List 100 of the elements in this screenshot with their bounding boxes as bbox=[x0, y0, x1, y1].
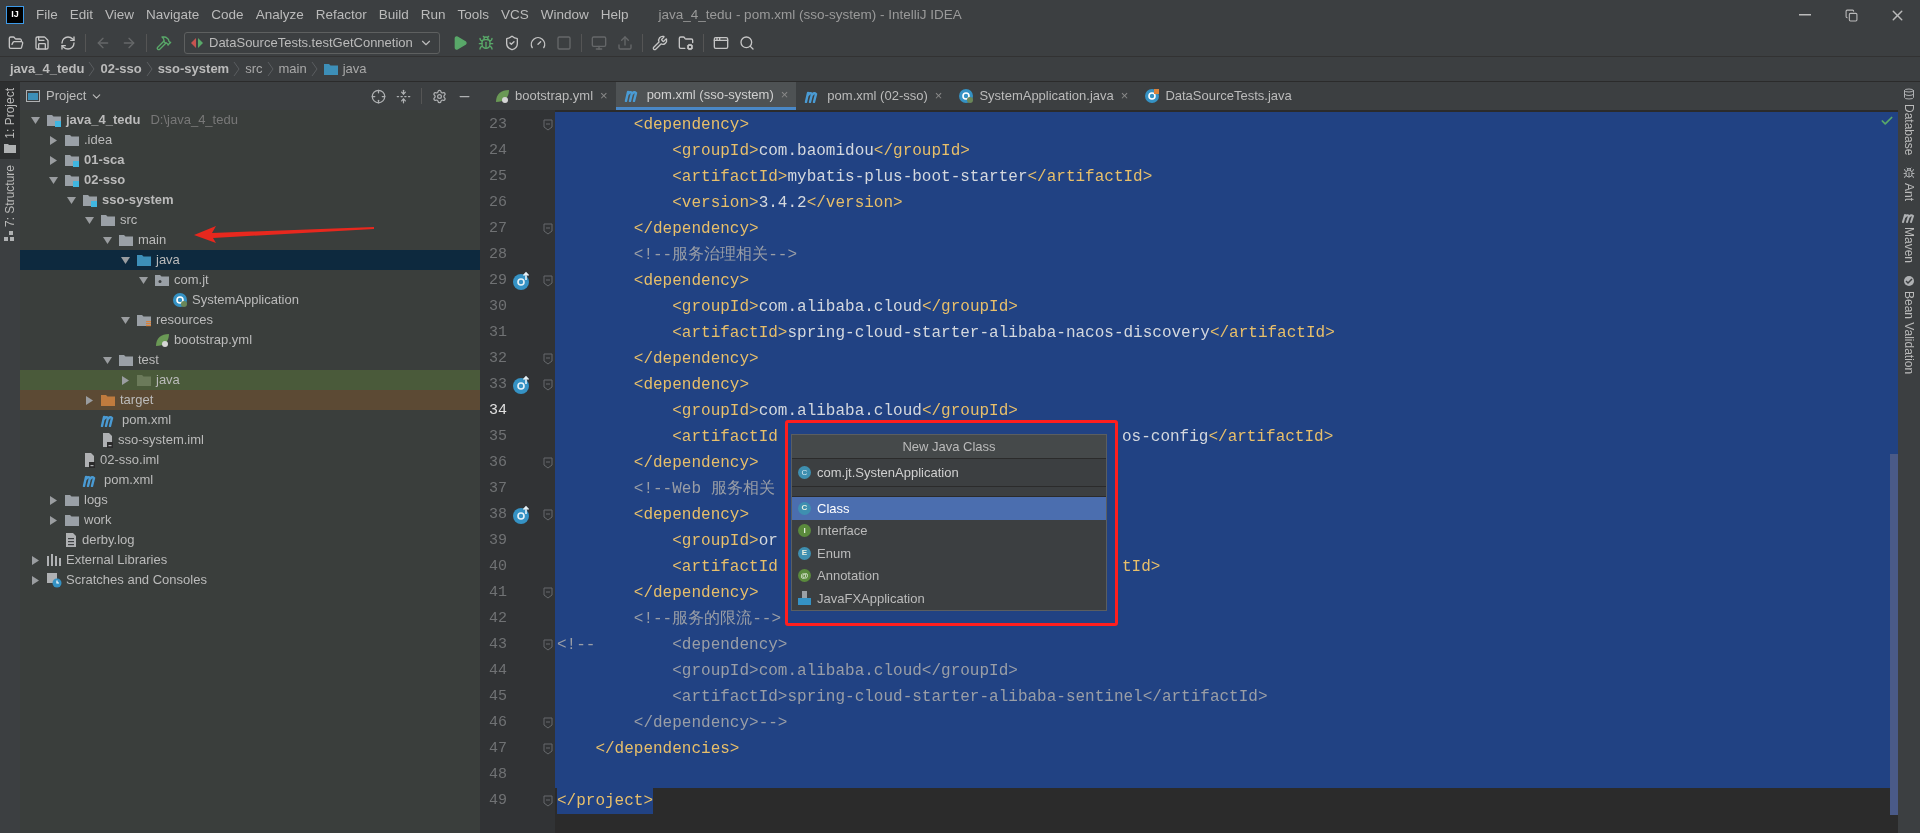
menu-item[interactable]: Run bbox=[414, 4, 452, 26]
breadcrumb-item[interactable]: 02-sso bbox=[100, 59, 142, 79]
fold-marker-icon[interactable] bbox=[543, 119, 553, 131]
editor-tab[interactable]: bootstrap.yml × bbox=[486, 82, 616, 110]
tree-item[interactable]: work bbox=[20, 510, 480, 530]
settings-icon[interactable] bbox=[432, 88, 447, 104]
fold-marker-icon[interactable] bbox=[543, 353, 553, 365]
fold-marker-icon[interactable] bbox=[543, 795, 553, 807]
scrollbar-thumb[interactable] bbox=[1890, 454, 1898, 815]
expanded-arrow-icon[interactable] bbox=[102, 355, 112, 365]
fold-marker-icon[interactable] bbox=[543, 717, 553, 729]
tab-close-button[interactable]: × bbox=[600, 86, 608, 106]
fold-marker-icon[interactable] bbox=[543, 587, 553, 599]
collapsed-arrow-icon[interactable] bbox=[84, 395, 94, 405]
menu-item[interactable]: Analyze bbox=[249, 4, 310, 26]
expanded-arrow-icon[interactable] bbox=[102, 235, 112, 245]
fold-marker-icon[interactable] bbox=[543, 457, 553, 469]
popup-menu-item[interactable]: JavaFXApplication bbox=[792, 587, 1106, 610]
menu-item[interactable]: Code bbox=[205, 4, 250, 26]
tree-item[interactable]: java_4_tedu D:\java_4_tedu bbox=[20, 110, 480, 130]
fold-marker-icon[interactable] bbox=[543, 639, 553, 651]
tab-close-button[interactable]: × bbox=[934, 86, 943, 106]
collapsed-arrow-icon[interactable] bbox=[48, 155, 58, 165]
collapsed-arrow-icon[interactable] bbox=[30, 575, 40, 585]
override-marker-icon[interactable] bbox=[512, 505, 532, 525]
collapsed-arrow-icon[interactable] bbox=[48, 495, 58, 505]
editor-tab[interactable]: DataSourceTests.java bbox=[1136, 82, 1300, 110]
collapsed-arrow-icon[interactable] bbox=[30, 555, 40, 565]
tool-window-tab[interactable]: 1: Project bbox=[0, 82, 20, 159]
tool-window-tab[interactable]: Database bbox=[1900, 88, 1918, 156]
breadcrumb-item[interactable]: java bbox=[342, 59, 367, 79]
tool-window-tab[interactable]: Bean Validation bbox=[1900, 275, 1918, 375]
popup-menu-item[interactable]: I Interface bbox=[792, 519, 1106, 542]
tree-item[interactable]: main bbox=[20, 230, 480, 250]
menu-item[interactable]: VCS bbox=[495, 4, 535, 26]
tree-item[interactable]: java bbox=[20, 250, 480, 270]
collapsed-arrow-icon[interactable] bbox=[48, 135, 58, 145]
menu-item[interactable]: Help bbox=[594, 4, 635, 26]
tool-window-tab[interactable]: Maven bbox=[1900, 213, 1918, 264]
breadcrumb-item[interactable]: src bbox=[245, 59, 263, 79]
menu-item[interactable]: Build bbox=[372, 4, 415, 26]
tool-window-tab[interactable]: 7: Structure bbox=[0, 158, 20, 247]
menu-item[interactable]: Edit bbox=[63, 4, 100, 26]
tree-item[interactable]: bootstrap.yml bbox=[20, 330, 480, 350]
tree-item[interactable]: test bbox=[20, 350, 480, 370]
fold-marker-icon[interactable] bbox=[543, 275, 553, 287]
tree-item[interactable]: 01-sca bbox=[20, 150, 480, 170]
panel-title-dropdown[interactable]: Project bbox=[46, 86, 104, 106]
tree-item[interactable]: External Libraries bbox=[20, 550, 480, 570]
override-marker-icon[interactable] bbox=[512, 375, 532, 395]
collapse-icon[interactable] bbox=[396, 88, 411, 104]
override-marker-icon[interactable] bbox=[512, 271, 532, 291]
fold-marker-icon[interactable] bbox=[543, 743, 553, 755]
editor-tab[interactable]: pom.xml (sso-system) × bbox=[615, 82, 797, 110]
fold-marker-icon[interactable] bbox=[543, 223, 553, 235]
tree-item[interactable]: sso-system bbox=[20, 190, 480, 210]
collapsed-arrow-icon[interactable] bbox=[48, 515, 58, 525]
run-config-dropdown[interactable]: DataSourceTests.testGetConnetion bbox=[184, 32, 440, 54]
expanded-arrow-icon[interactable] bbox=[30, 115, 40, 125]
tree-item[interactable]: com.jt bbox=[20, 270, 480, 290]
tree-item[interactable]: .idea bbox=[20, 130, 480, 150]
expanded-arrow-icon[interactable] bbox=[120, 255, 130, 265]
tree-item[interactable]: SystemApplication bbox=[20, 290, 480, 310]
breadcrumb-item[interactable]: main bbox=[278, 59, 307, 79]
fold-marker-icon[interactable] bbox=[543, 509, 553, 521]
editor-tab[interactable]: SystemApplication.java × bbox=[950, 82, 1137, 110]
expanded-arrow-icon[interactable] bbox=[66, 195, 76, 205]
tree-item[interactable]: 02-sso bbox=[20, 170, 480, 190]
tree-item[interactable]: pom.xml bbox=[20, 410, 480, 430]
expanded-arrow-icon[interactable] bbox=[138, 275, 148, 285]
locate-icon[interactable] bbox=[371, 88, 386, 104]
tree-item[interactable]: target bbox=[20, 390, 480, 410]
popup-menu-item[interactable]: E Enum bbox=[792, 542, 1106, 565]
expanded-arrow-icon[interactable] bbox=[84, 215, 94, 225]
menu-item[interactable]: View bbox=[99, 4, 141, 26]
expanded-arrow-icon[interactable] bbox=[120, 315, 130, 325]
tree-item[interactable]: pom.xml bbox=[20, 470, 480, 490]
expanded-arrow-icon[interactable] bbox=[48, 175, 58, 185]
editor-tab[interactable]: pom.xml (02-sso) × bbox=[796, 82, 951, 110]
tree-item[interactable]: 02-sso.iml bbox=[20, 450, 480, 470]
menu-item[interactable]: Tools bbox=[451, 4, 495, 26]
breadcrumb-item[interactable]: java_4_tedu bbox=[10, 59, 85, 79]
tree-item[interactable]: derby.log bbox=[20, 530, 480, 550]
tree-item[interactable]: java bbox=[20, 370, 480, 390]
menu-item[interactable]: Navigate bbox=[140, 4, 206, 26]
tree-item[interactable]: src bbox=[20, 210, 480, 230]
tree-item[interactable]: logs bbox=[20, 490, 480, 510]
collapsed-arrow-icon[interactable] bbox=[120, 375, 130, 385]
menu-item[interactable]: Refactor bbox=[309, 4, 373, 26]
popup-menu-item[interactable]: C Class bbox=[792, 497, 1106, 520]
popup-menu-item[interactable]: @ Annotation bbox=[792, 564, 1106, 587]
tab-close-button[interactable]: × bbox=[1120, 86, 1129, 106]
fold-marker-icon[interactable] bbox=[543, 379, 553, 391]
tree-item[interactable]: sso-system.iml bbox=[20, 430, 480, 450]
tree-item[interactable]: Scratches and Consoles bbox=[20, 570, 480, 590]
tree-item[interactable]: resources bbox=[20, 310, 480, 330]
menu-item[interactable]: Window bbox=[534, 4, 595, 26]
tool-window-tab[interactable]: Ant bbox=[1900, 167, 1918, 202]
menu-item[interactable]: File bbox=[30, 4, 64, 26]
breadcrumb-item[interactable]: sso-system bbox=[157, 59, 230, 79]
